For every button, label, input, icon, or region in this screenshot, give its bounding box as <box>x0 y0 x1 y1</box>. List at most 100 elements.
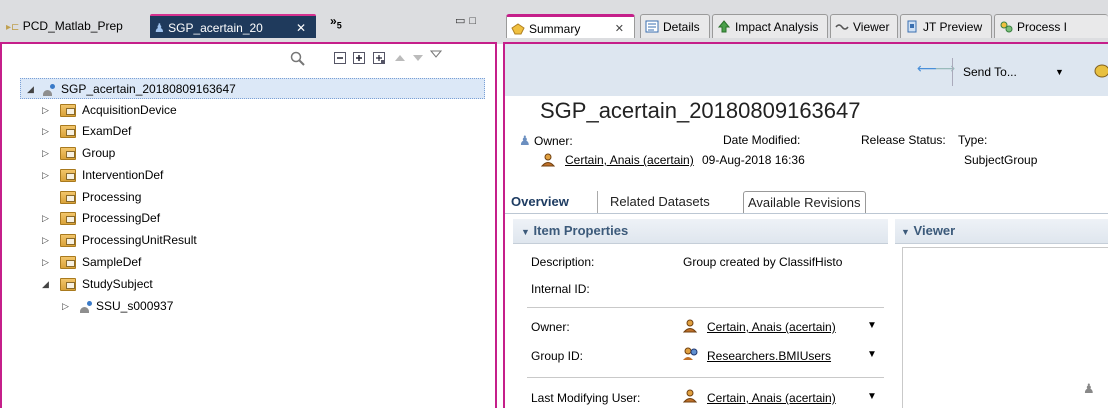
left-tab-bar: ▸⊏ PCD_Matlab_Prep ♟ SGP_acertain_20 ✕ »… <box>0 0 500 44</box>
close-icon[interactable]: ✕ <box>615 17 624 41</box>
collapse-arrow-icon[interactable]: ◢ <box>27 79 39 100</box>
owner-link[interactable]: Certain, Anais (acertain) <box>707 320 836 334</box>
tab-summary[interactable]: Summary ✕ <box>506 14 635 38</box>
tab-sgp-acertain[interactable]: ♟ SGP_acertain_20 ✕ <box>150 14 316 38</box>
tree-item-label: SSU_s000937 <box>96 299 174 313</box>
owner-header: ♟ Owner: <box>519 133 573 149</box>
tab-overflow-button[interactable]: »5 <box>330 14 342 30</box>
release-status-label: Release Status: <box>861 133 946 147</box>
group-icon: ♟ <box>1083 381 1095 396</box>
left-toolbar <box>2 44 495 74</box>
expand-arrow-icon[interactable]: ▷ <box>42 165 54 186</box>
expand-arrow-icon[interactable]: ▷ <box>42 100 54 121</box>
viewer-panel: ♟ <box>902 247 1108 408</box>
tree-root-label: SGP_acertain_20180809163647 <box>61 82 236 96</box>
tab-process[interactable]: Process I <box>994 14 1108 38</box>
folder-icon <box>60 212 76 225</box>
tree-item-label: ExamDef <box>82 124 132 138</box>
folder-icon <box>60 125 76 138</box>
owner-label: Owner: <box>534 134 573 148</box>
description-value: Group created by ClassifHisto <box>683 255 843 269</box>
tab-label: Viewer <box>853 20 890 34</box>
tree-item-label: ProcessingDef <box>82 211 161 225</box>
item-properties-section-header[interactable]: ▼ Item Properties <box>513 219 888 244</box>
tree-item-label: ProcessingUnitResult <box>82 233 197 247</box>
folder-icon <box>60 256 76 269</box>
tab-impact-analysis[interactable]: Impact Analysis <box>712 14 828 38</box>
group-users-icon <box>683 347 699 364</box>
tab-label: Summary <box>529 22 581 36</box>
maximize-icon[interactable]: □ <box>469 15 480 27</box>
expand-arrow-icon[interactable]: ▷ <box>42 208 54 229</box>
sub-tab-bar: Overview Related Datasets Available Revi… <box>505 191 1108 214</box>
tab-available-revisions[interactable]: Available Revisions <box>743 191 866 214</box>
chevron-down-icon: ▼ <box>901 227 910 237</box>
group-icon: ♟ <box>154 21 165 35</box>
expand-arrow-icon[interactable]: ▷ <box>42 230 54 251</box>
send-to-button[interactable]: Send To... ▼ <box>963 60 1079 84</box>
tab-jt-preview[interactable]: JT Preview <box>900 14 992 38</box>
expand-arrow-icon[interactable]: ▷ <box>62 296 74 317</box>
tree-item-label: InterventionDef <box>82 168 164 182</box>
divider <box>527 377 884 378</box>
collapse-all-icon[interactable] <box>334 52 346 64</box>
tab-label: Process I <box>1017 20 1068 34</box>
group-dropdown-icon[interactable]: ▼ <box>867 349 877 360</box>
description-label: Description: <box>531 255 595 269</box>
view-menu-icon[interactable] <box>430 48 442 60</box>
expand-icon[interactable] <box>353 52 365 64</box>
move-up-icon[interactable] <box>394 52 406 64</box>
move-down-icon[interactable] <box>412 52 424 64</box>
owner-label: Owner: <box>531 320 570 334</box>
minimize-icon[interactable]: ▭ <box>455 15 469 27</box>
tab-label: Details <box>663 20 700 34</box>
search-icon[interactable] <box>290 51 306 67</box>
expand-arrow-icon[interactable]: ▷ <box>42 121 54 142</box>
divider <box>505 213 1108 214</box>
section-title: Viewer <box>913 223 956 238</box>
owner-link[interactable]: Certain, Anais (acertain) <box>565 153 694 167</box>
last-modifying-user-dropdown-icon[interactable]: ▼ <box>867 391 877 402</box>
viewer-section-header[interactable]: ▼ Viewer <box>895 219 1108 244</box>
internal-id-label: Internal ID: <box>531 282 590 296</box>
send-to-label: Send To... <box>963 65 1017 79</box>
collapse-arrow-icon[interactable]: ◢ <box>42 274 54 295</box>
tree-item-label: SampleDef <box>82 255 142 269</box>
tab-overview[interactable]: Overview <box>511 191 569 213</box>
expand-all-icon[interactable] <box>373 52 385 64</box>
folder-icon <box>60 169 76 182</box>
tool-icon[interactable] <box>1092 61 1108 81</box>
user-icon <box>682 389 698 406</box>
type-label: Type: <box>958 133 988 147</box>
tab-label: Impact Analysis <box>735 20 819 34</box>
last-modifying-user-link[interactable]: Certain, Anais (acertain) <box>707 391 836 405</box>
tab-viewer[interactable]: Viewer <box>830 14 898 38</box>
tree-root-row[interactable]: ◢ SGP_acertain_20180809163647 <box>20 78 485 99</box>
expand-arrow-icon[interactable]: ▷ <box>42 143 54 164</box>
owner-dropdown-icon[interactable]: ▼ <box>867 320 877 331</box>
window-controls: ▭□ <box>455 14 480 27</box>
close-icon[interactable]: ✕ <box>296 16 306 40</box>
overflow-count: 5 <box>336 20 342 31</box>
viewer-icon <box>835 24 849 30</box>
summary-icon <box>511 23 525 35</box>
tab-details[interactable]: Details <box>640 14 710 38</box>
details-icon <box>645 20 659 33</box>
tree-item-label: Group <box>82 146 116 160</box>
divider <box>527 307 884 308</box>
tab-label: SGP_acertain_20 <box>168 21 263 35</box>
toolbar-separator <box>952 58 953 86</box>
tab-related-datasets[interactable]: Related Datasets <box>597 191 710 213</box>
type-value: SubjectGroup <box>964 153 1038 167</box>
tree-icon: ▸⊏ <box>6 22 20 33</box>
group-id-link[interactable]: Researchers.BMIUsers <box>707 349 831 363</box>
tab-pcd-matlab-prep[interactable]: ▸⊏ PCD_Matlab_Prep <box>6 14 123 38</box>
folder-icon <box>60 234 76 247</box>
user-icon <box>540 153 556 170</box>
expand-arrow-icon[interactable]: ▷ <box>42 252 54 273</box>
tab-label: JT Preview <box>923 20 983 34</box>
tree-item-label: StudySubject <box>82 277 153 291</box>
tree-item-label: AcquisitionDevice <box>82 103 177 117</box>
page-title: SGP_acertain_20180809163647 <box>540 98 861 123</box>
user-icon <box>682 319 698 336</box>
